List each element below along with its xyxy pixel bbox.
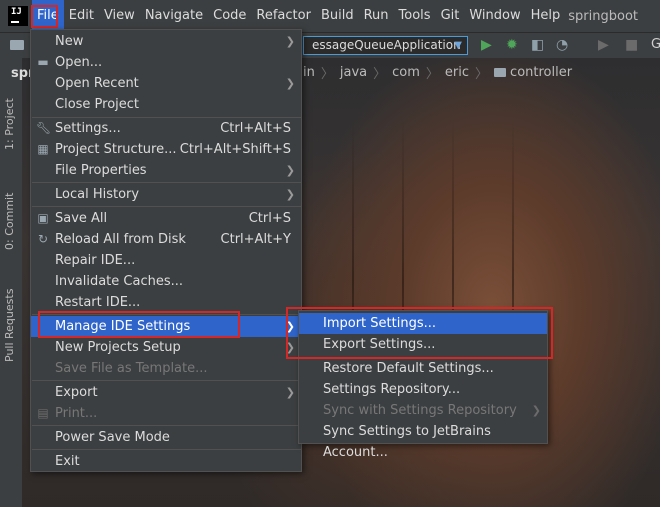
folder-icon: ▬ bbox=[37, 55, 49, 69]
coverage-icon[interactable]: ◧ bbox=[531, 38, 544, 53]
chevron-down-icon: ▼ bbox=[454, 40, 462, 51]
menu-separator bbox=[32, 314, 302, 315]
reload-icon: ↻ bbox=[37, 232, 49, 246]
menu-edit[interactable]: Edit bbox=[64, 0, 99, 32]
chevron-right-icon: ❯ bbox=[285, 164, 295, 177]
menu-separator bbox=[32, 380, 302, 381]
menu-separator bbox=[32, 425, 302, 426]
menu-tools[interactable]: Tools bbox=[394, 0, 436, 32]
menu-item-save-all[interactable]: ▣ Save All Ctrl+S bbox=[31, 208, 301, 229]
menu-item-print: ▤ Print... bbox=[31, 403, 301, 424]
chevron-right-icon: ❯ bbox=[285, 77, 295, 90]
menu-help[interactable]: Help bbox=[526, 0, 566, 32]
menu-item-close-project[interactable]: Close Project bbox=[31, 94, 301, 115]
submenu-item-settings-repository[interactable]: Settings Repository... bbox=[299, 379, 547, 400]
submenu-item-sync-with-settings-repository: Sync with Settings Repository ❯ bbox=[299, 400, 547, 421]
tool-tab-pull-requests[interactable]: Pull Requests bbox=[3, 289, 16, 362]
save-icon: ▣ bbox=[37, 211, 49, 225]
folder-icon bbox=[494, 67, 507, 77]
chevron-right-icon: 〉 bbox=[475, 66, 489, 82]
chevron-right-icon: ❯ bbox=[531, 404, 541, 417]
menu-item-project-structure[interactable]: ▦ Project Structure... Ctrl+Alt+Shift+S bbox=[31, 139, 301, 160]
breadcrumb-item[interactable]: com bbox=[392, 65, 420, 80]
manage-ide-settings-submenu: Import Settings... Export Settings... Re… bbox=[298, 310, 548, 460]
menu-build[interactable]: Build bbox=[316, 0, 359, 32]
run-configuration-dropdown[interactable]: essageQueueApplication ▼ bbox=[303, 36, 468, 55]
chevron-right-icon: ❯ bbox=[285, 188, 295, 201]
chevron-right-icon: 〉 bbox=[320, 66, 334, 82]
menu-separator bbox=[32, 182, 302, 183]
chevron-right-icon: ❯ bbox=[285, 341, 295, 354]
debug-icon[interactable]: ✹ bbox=[506, 38, 518, 53]
chevron-right-icon: ❯ bbox=[285, 320, 295, 333]
menu-item-repair-ide[interactable]: Repair IDE... bbox=[31, 250, 301, 271]
menu-view[interactable]: View bbox=[99, 0, 140, 32]
intellij-logo-icon: IJ bbox=[8, 6, 28, 26]
wrench-icon: 🔧︎ bbox=[36, 121, 52, 135]
menu-item-open[interactable]: ▬ Open... bbox=[31, 52, 301, 73]
menu-item-new[interactable]: New ❯ bbox=[31, 31, 301, 52]
breadcrumb-item[interactable]: java bbox=[340, 65, 367, 80]
project-structure-icon: ▦ bbox=[37, 142, 49, 156]
submenu-item-restore-default-settings[interactable]: Restore Default Settings... bbox=[299, 358, 547, 379]
submenu-item-sync-jetbrains-account[interactable]: Sync Settings to JetBrains Account... bbox=[299, 421, 547, 460]
menu-file[interactable]: File bbox=[32, 0, 64, 32]
menu-item-power-save-mode[interactable]: Power Save Mode bbox=[31, 427, 301, 448]
menu-separator bbox=[32, 206, 302, 207]
chevron-right-icon: 〉 bbox=[425, 66, 439, 82]
submenu-item-import-settings[interactable]: Import Settings... bbox=[299, 313, 547, 334]
menu-item-export[interactable]: Export ❯ bbox=[31, 382, 301, 403]
menu-window[interactable]: Window bbox=[464, 0, 525, 32]
menu-item-restart-ide[interactable]: Restart IDE... bbox=[31, 292, 301, 313]
breadcrumb-item[interactable]: in bbox=[303, 65, 315, 80]
run-configuration-label: essageQueueApplication bbox=[312, 38, 461, 52]
menu-item-file-properties[interactable]: File Properties ❯ bbox=[31, 160, 301, 181]
menu-item-invalidate-caches[interactable]: Invalidate Caches... bbox=[31, 271, 301, 292]
project-title: springboot bbox=[568, 8, 638, 24]
toolbar-right-label[interactable]: G bbox=[651, 37, 660, 52]
menu-separator bbox=[32, 449, 302, 450]
breadcrumb-item[interactable]: controller bbox=[510, 65, 572, 80]
chevron-right-icon: ❯ bbox=[285, 35, 295, 48]
menu-code[interactable]: Code bbox=[208, 0, 251, 32]
menu-item-settings[interactable]: 🔧︎ Settings... Ctrl+Alt+S bbox=[31, 118, 301, 139]
menu-refactor[interactable]: Refactor bbox=[251, 0, 316, 32]
menu-item-save-file-as-template: Save File as Template... bbox=[55, 361, 208, 376]
print-icon: ▤ bbox=[37, 406, 49, 420]
folder-icon[interactable] bbox=[10, 40, 24, 50]
tool-tab-commit[interactable]: 0: Commit bbox=[3, 193, 16, 250]
chevron-right-icon: 〉 bbox=[373, 66, 387, 82]
menu-item-new-projects-setup[interactable]: New Projects Setup ❯ bbox=[31, 337, 301, 358]
menu-navigate[interactable]: Navigate bbox=[140, 0, 208, 32]
menu-item-manage-ide-settings[interactable]: Manage IDE Settings ❯ bbox=[31, 316, 301, 337]
resume-icon[interactable]: ▶ bbox=[598, 38, 609, 53]
tool-tab-project[interactable]: 1: Project bbox=[3, 98, 16, 150]
menu-item-open-recent[interactable]: Open Recent ❯ bbox=[31, 73, 301, 94]
submenu-item-export-settings[interactable]: Export Settings... bbox=[299, 334, 547, 355]
menu-git[interactable]: Git bbox=[436, 0, 465, 32]
menu-item-reload-all[interactable]: ↻ Reload All from Disk Ctrl+Alt+Y bbox=[31, 229, 301, 250]
breadcrumb: in 〉 java 〉 com 〉 eric 〉 controller bbox=[303, 62, 572, 82]
menu-item-local-history[interactable]: Local History ❯ bbox=[31, 184, 301, 205]
breadcrumb-item[interactable]: eric bbox=[445, 65, 469, 80]
menu-run[interactable]: Run bbox=[359, 0, 394, 32]
file-menu-dropdown: New ❯ ▬ Open... Open Recent ❯ Close Proj… bbox=[30, 29, 302, 472]
stop-icon[interactable]: ■ bbox=[625, 38, 638, 53]
profile-icon[interactable]: ◔ bbox=[556, 38, 568, 53]
chevron-right-icon: ❯ bbox=[285, 386, 295, 399]
menu-item-exit[interactable]: Exit bbox=[31, 451, 301, 472]
run-icon[interactable]: ▶ bbox=[481, 38, 492, 53]
